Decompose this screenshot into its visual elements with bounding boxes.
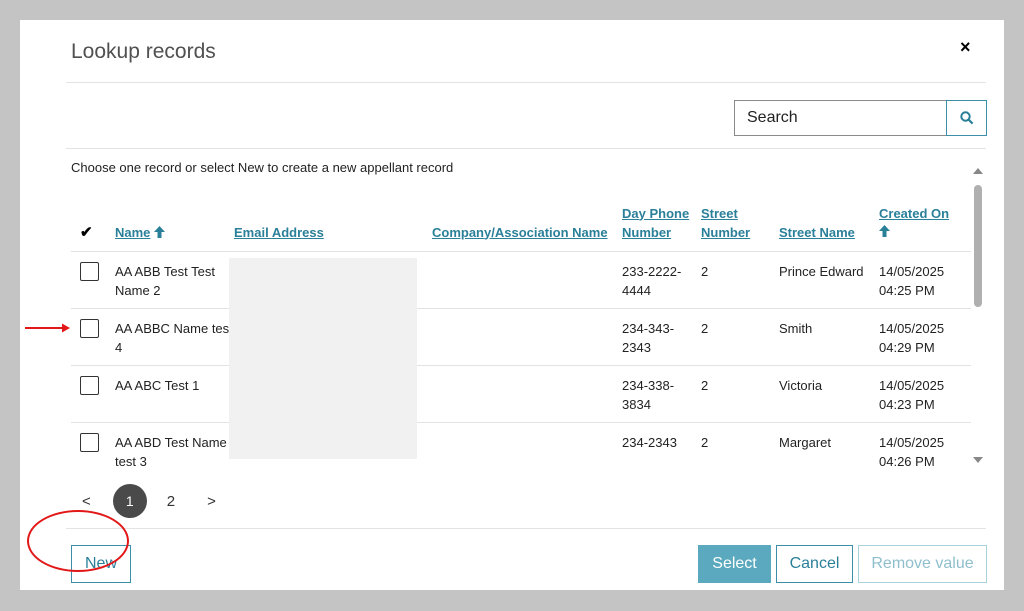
cell-company (432, 250, 622, 308)
cell-company (432, 421, 622, 478)
phone-sort-link[interactable]: Day Phone Number (622, 206, 689, 240)
page-2-button[interactable]: 2 (167, 493, 175, 510)
name-sort-link[interactable]: Name (115, 225, 150, 240)
column-header-name[interactable]: Name (115, 178, 234, 251)
sort-ascending-icon (154, 225, 166, 238)
cell-phone: 234-343-2343 (622, 307, 701, 365)
row-checkbox[interactable] (80, 375, 99, 395)
instruction-text: Choose one record or select New to creat… (71, 160, 454, 175)
table-header-row: ✔ Name Email Address Company/Association… (71, 178, 971, 251)
cell-street-name: Prince Edward (779, 250, 879, 308)
column-header-street-number[interactable]: Street Number (701, 178, 779, 251)
cell-name: AA ABBC Name test 4 (115, 307, 234, 365)
cell-street-number: 2 (701, 364, 779, 422)
row-checkbox[interactable] (80, 261, 99, 281)
column-header-phone[interactable]: Day Phone Number (622, 178, 701, 251)
scroll-thumb[interactable] (974, 185, 982, 307)
next-page-button[interactable]: > (207, 493, 216, 510)
company-sort-link[interactable]: Company/Association Name (432, 225, 608, 240)
annotation-arrow (25, 323, 70, 333)
annotation-circle (27, 510, 129, 572)
column-header-email[interactable]: Email Address (234, 178, 432, 251)
cell-company (432, 364, 622, 422)
cell-name: AA ABD Test Name test 3 (115, 421, 234, 478)
current-page-button[interactable]: 1 (112, 484, 147, 518)
cell-phone: 234-2343 (622, 421, 701, 478)
cell-street-name: Margaret (779, 421, 879, 478)
table-row[interactable]: AA ABD Test Name test 3 234-2343 2 Marga… (71, 421, 971, 478)
cell-name: AA ABB Test Test Name 2 (115, 250, 234, 308)
footer-divider (66, 528, 986, 529)
created-on-sort-link[interactable]: Created On (879, 206, 949, 221)
search-icon (959, 111, 973, 125)
cell-street-number: 2 (701, 307, 779, 365)
table-row[interactable]: AA ABBC Name test 4 234-343-2343 2 Smith… (71, 307, 971, 365)
email-sort-link[interactable]: Email Address (234, 225, 324, 240)
scroll-down-arrow-icon[interactable] (973, 457, 983, 463)
close-icon[interactable]: × (960, 37, 971, 58)
table-row[interactable]: AA ABB Test Test Name 2 233-2222-4444 2 … (71, 250, 971, 308)
cell-created-on: 14/05/2025 04:23 PM (879, 364, 971, 422)
header-divider (66, 82, 986, 83)
cell-phone: 234-338-3834 (622, 364, 701, 422)
cell-street-number: 2 (701, 250, 779, 308)
cancel-button[interactable]: Cancel (776, 545, 853, 583)
previous-page-button[interactable]: < (82, 493, 91, 510)
row-checkbox[interactable] (80, 432, 99, 452)
select-all-check-icon[interactable]: ✔ (80, 224, 93, 241)
select-button[interactable]: Select (698, 545, 771, 583)
cell-street-number: 2 (701, 421, 779, 478)
records-grid: ✔ Name Email Address Company/Association… (71, 178, 971, 478)
lookup-dialog: Lookup records × Choose one record or se… (20, 20, 1004, 590)
street-number-sort-link[interactable]: Street Number (701, 206, 750, 240)
column-header-created-on[interactable]: Created On (879, 178, 971, 251)
cell-street-name: Smith (779, 307, 879, 365)
column-header-street-name[interactable]: Street Name (779, 178, 879, 251)
dialog-title: Lookup records (71, 40, 216, 63)
search-input[interactable] (734, 100, 946, 136)
cell-company (432, 307, 622, 365)
vertical-scrollbar[interactable] (971, 165, 985, 465)
cell-phone: 233-2222-4444 (622, 250, 701, 308)
cell-street-name: Victoria (779, 364, 879, 422)
cell-created-on: 14/05/2025 04:26 PM (879, 421, 971, 478)
search-box (734, 100, 987, 136)
sort-ascending-icon (879, 224, 890, 237)
column-header-company[interactable]: Company/Association Name (432, 178, 622, 251)
table-row[interactable]: AA ABC Test 1 234-338-3834 2 Victoria 14… (71, 364, 971, 422)
cell-created-on: 14/05/2025 04:29 PM (879, 307, 971, 365)
search-divider (66, 148, 986, 149)
street-name-sort-link[interactable]: Street Name (779, 225, 855, 240)
scroll-up-arrow-icon[interactable] (973, 168, 983, 174)
remove-value-button[interactable]: Remove value (858, 545, 987, 583)
search-button[interactable] (946, 100, 987, 136)
records-table: ✔ Name Email Address Company/Association… (71, 178, 971, 478)
row-checkbox[interactable] (80, 318, 99, 338)
cell-name: AA ABC Test 1 (115, 364, 234, 422)
cell-created-on: 14/05/2025 04:25 PM (879, 250, 971, 308)
redacted-email-area (229, 258, 417, 459)
